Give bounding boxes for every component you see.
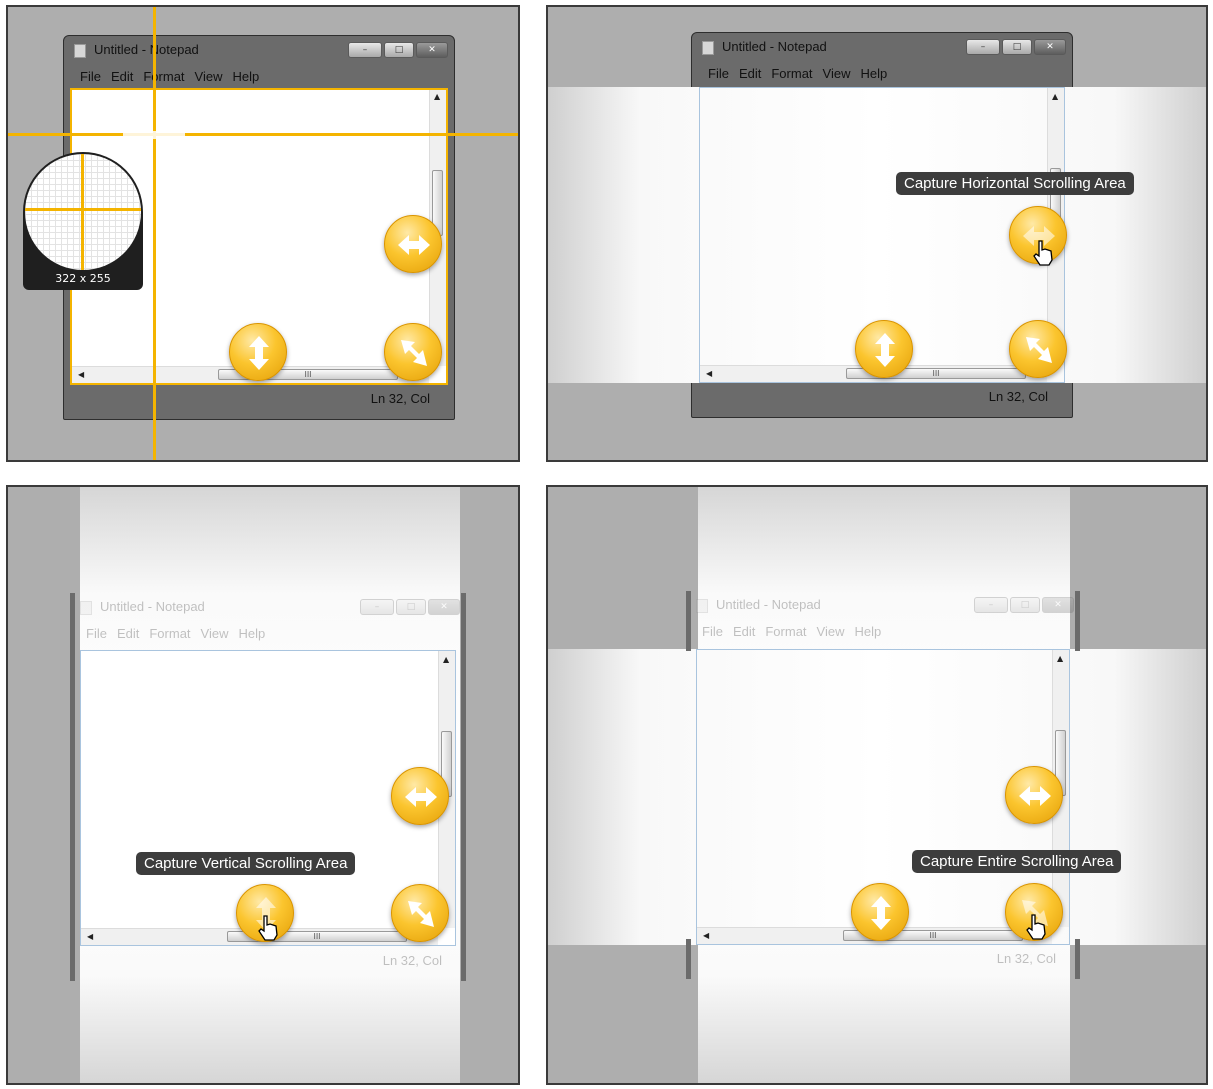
menu-format[interactable]: Format <box>771 63 812 85</box>
title-bar: Untitled - Notepad – □ ✕ <box>70 593 466 623</box>
menu-edit[interactable]: Edit <box>117 623 139 645</box>
entire-scroll-capture-icon[interactable] <box>1009 320 1067 378</box>
tooltip-entire: Capture Entire Scrolling Area <box>912 850 1122 873</box>
menu-view[interactable]: View <box>201 623 229 645</box>
maximize-button[interactable]: □ <box>1010 597 1040 613</box>
minimize-button[interactable]: – <box>974 597 1008 613</box>
menu-edit[interactable]: Edit <box>739 63 761 85</box>
status-position: Ln 32, Col <box>370 391 430 406</box>
menu-format[interactable]: Format <box>143 66 184 88</box>
menu-edit[interactable]: Edit <box>111 66 133 88</box>
minimize-button[interactable]: – <box>360 599 394 615</box>
close-button[interactable]: ✕ <box>428 599 460 615</box>
notepad-window: Untitled - Notepad – □ ✕ File Edit Format V… <box>686 591 1080 979</box>
crosshair-horizontal-line <box>8 133 518 136</box>
status-position: Ln 32, Col <box>988 389 1048 404</box>
window-title: Untitled - Notepad <box>94 42 199 57</box>
menu-file[interactable]: File <box>708 63 729 85</box>
menu-format[interactable]: Format <box>149 623 190 645</box>
window-title: Untitled - Notepad <box>722 39 827 54</box>
status-bar: Ln 32, Col <box>698 385 1066 411</box>
close-button[interactable]: ✕ <box>1034 39 1066 55</box>
scroll-left-arrow-icon[interactable]: ◀ <box>706 369 712 378</box>
vertical-scroll-capture-icon[interactable] <box>855 320 913 378</box>
menu-file[interactable]: File <box>702 621 723 643</box>
entire-scroll-capture-icon[interactable] <box>391 884 449 942</box>
scroll-up-arrow-icon[interactable]: ▲ <box>1057 654 1063 663</box>
scroll-up-arrow-icon[interactable]: ▲ <box>434 92 440 101</box>
crosshair-vertical-line <box>153 7 156 460</box>
text-editor-area[interactable]: ▲ ◀ III <box>696 649 1070 945</box>
hand-cursor-icon <box>1033 240 1053 266</box>
panel-horizontal-capture: Untitled - Notepad – □ ✕ File Edit Format V… <box>546 5 1208 462</box>
menu-format[interactable]: Format <box>765 621 806 643</box>
menu-view[interactable]: View <box>823 63 851 85</box>
hand-cursor-icon <box>258 915 278 941</box>
notepad-icon <box>696 599 708 613</box>
vertical-scroll-capture-icon[interactable] <box>851 883 909 941</box>
status-position: Ln 32, Col <box>382 953 442 968</box>
tooltip-vertical: Capture Vertical Scrolling Area <box>136 852 356 875</box>
minimize-button[interactable]: – <box>348 42 382 58</box>
horizontal-scroll-capture-icon[interactable] <box>391 767 449 825</box>
menu-help[interactable]: Help <box>238 623 265 645</box>
title-bar: Untitled - Notepad – □ ✕ <box>686 591 1080 621</box>
notepad-icon <box>702 41 714 55</box>
horizontal-scroll-capture-icon[interactable] <box>1005 766 1063 824</box>
menu-bar: File Edit Format View Help <box>692 621 1074 643</box>
scroll-left-arrow-icon[interactable]: ◀ <box>78 370 84 379</box>
menu-bar: File Edit Format View Help <box>698 63 1066 85</box>
text-editor-area[interactable]: ▲ ◀ III <box>699 87 1067 383</box>
notepad-window: Untitled - Notepad – □ ✕ File Edit Format V… <box>70 593 466 981</box>
scroll-up-arrow-icon[interactable]: ▲ <box>443 655 449 664</box>
status-position: Ln 32, Col <box>996 951 1056 966</box>
menu-bar: File Edit Format View Help <box>70 66 448 88</box>
crosshair-center-gap <box>123 131 185 139</box>
menu-file[interactable]: File <box>86 623 107 645</box>
notepad-icon <box>74 44 86 58</box>
scroll-up-arrow-icon[interactable]: ▲ <box>1052 92 1058 101</box>
scroll-left-arrow-icon[interactable]: ◀ <box>87 932 93 941</box>
magnifier-size-label: 322 x 255 <box>55 272 111 285</box>
menu-bar: File Edit Format View Help <box>76 623 460 645</box>
menu-view[interactable]: View <box>195 66 223 88</box>
menu-help[interactable]: Help <box>854 621 881 643</box>
horizontal-scroll-capture-icon[interactable] <box>384 215 442 273</box>
magnifier: 322 x 255 <box>23 152 143 290</box>
vertical-scroll-capture-icon[interactable] <box>229 323 287 381</box>
entire-scroll-capture-icon[interactable] <box>384 323 442 381</box>
panel-vertical-capture: Untitled - Notepad – □ ✕ File Edit Format V… <box>6 485 520 1085</box>
text-editor-area[interactable]: ▲ ◀ III <box>80 650 456 946</box>
close-button[interactable]: ✕ <box>416 42 448 58</box>
menu-view[interactable]: View <box>817 621 845 643</box>
menu-help[interactable]: Help <box>232 66 259 88</box>
title-bar: Untitled - Notepad – □ ✕ <box>64 36 454 66</box>
window-title: Untitled - Notepad <box>716 597 821 612</box>
status-bar: Ln 32, Col <box>76 949 460 975</box>
minimize-button[interactable]: – <box>966 39 1000 55</box>
menu-edit[interactable]: Edit <box>733 621 755 643</box>
title-bar: Untitled - Notepad – □ ✕ <box>692 33 1072 63</box>
close-button[interactable]: ✕ <box>1042 597 1074 613</box>
hand-cursor-icon <box>1026 914 1046 940</box>
tooltip-horizontal: Capture Horizontal Scrolling Area <box>896 172 1134 195</box>
status-bar: Ln 32, Col <box>692 947 1074 973</box>
panel-region-select: Untitled - Notepad – □ ✕ File Edit Format V… <box>6 5 520 462</box>
maximize-button[interactable]: □ <box>1002 39 1032 55</box>
notepad-icon <box>80 601 92 615</box>
maximize-button[interactable]: □ <box>384 42 414 58</box>
status-bar: Ln 32, Col <box>70 387 448 413</box>
scroll-left-arrow-icon[interactable]: ◀ <box>703 931 709 940</box>
menu-file[interactable]: File <box>80 66 101 88</box>
menu-help[interactable]: Help <box>860 63 887 85</box>
maximize-button[interactable]: □ <box>396 599 426 615</box>
window-title: Untitled - Notepad <box>100 599 205 614</box>
magnifier-lens <box>25 154 141 270</box>
panel-entire-capture: Untitled - Notepad – □ ✕ File Edit Format V… <box>546 485 1208 1085</box>
